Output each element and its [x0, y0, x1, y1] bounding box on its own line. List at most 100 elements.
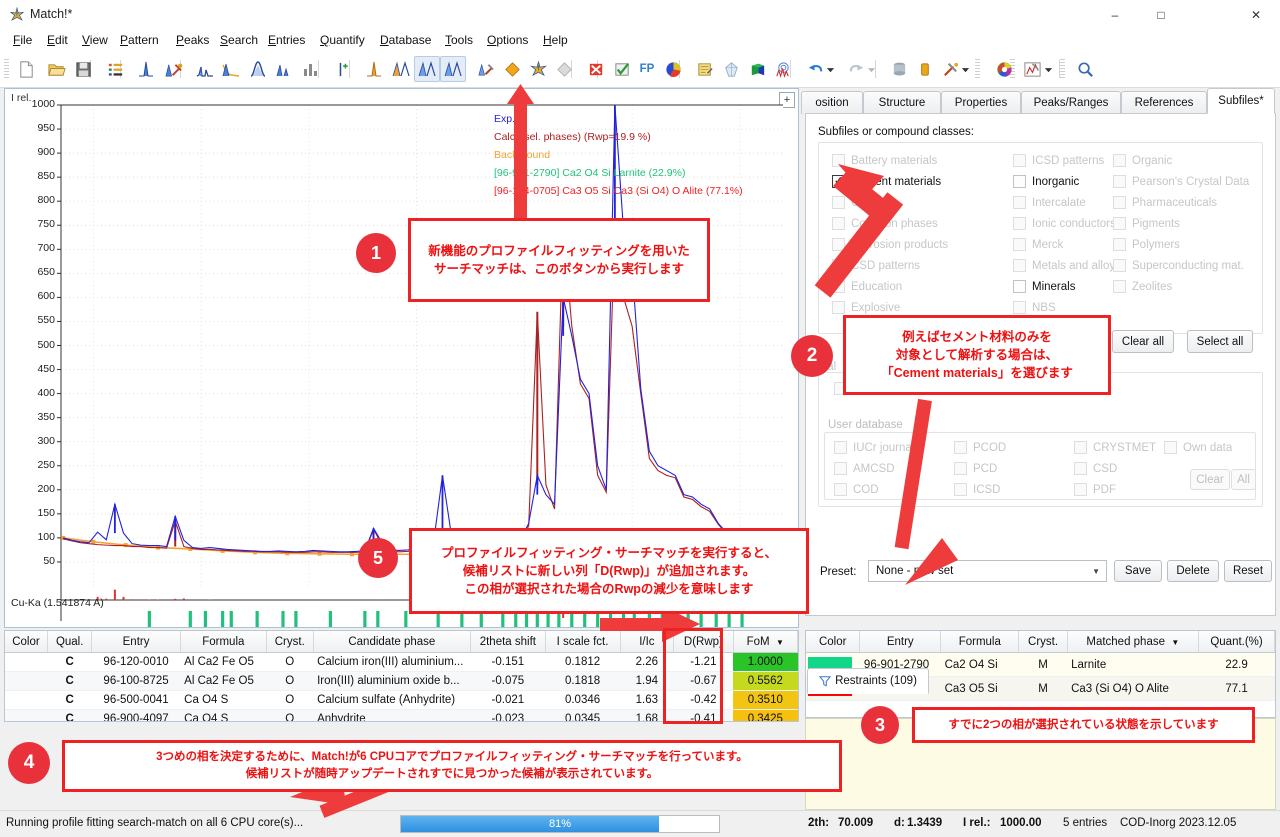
annotation-line: すでに2つの相が選択されている状態を示しています [948, 717, 1218, 734]
fp-label-icon[interactable]: FP [634, 56, 660, 82]
column-header-cryst[interactable]: Cryst. [1019, 631, 1067, 653]
column-header-formula[interactable]: Formula [941, 631, 1019, 653]
tab-subfiles[interactable]: Subfiles* [1207, 88, 1275, 114]
menu-item-database[interactable]: Database [375, 33, 436, 49]
close-button[interactable]: ✕ [1232, 0, 1280, 30]
add-peak-icon[interactable] [330, 56, 356, 82]
menu-item-options[interactable]: Options [482, 33, 533, 49]
gray-diamond-icon[interactable] [551, 56, 577, 82]
column-header-2theta-shift[interactable]: 2theta shift [471, 631, 545, 653]
column-header-entry[interactable]: Entry [860, 631, 941, 653]
legend-entry: [96-901-2790] Ca2 O4 Si Larnite (22.9%) [494, 167, 685, 179]
menu-item-search[interactable]: Search [215, 33, 263, 49]
entry-icon[interactable] [911, 56, 937, 82]
column-header-formula[interactable]: Formula [180, 631, 266, 653]
match-application-window: Match!* – □ ✕ FileEditViewPatternPeaksSe… [0, 0, 1280, 836]
tab-peaks-ranges[interactable]: Peaks/Ranges [1021, 91, 1121, 114]
minimize-button[interactable]: – [1092, 0, 1138, 30]
column-header-color[interactable]: Color [5, 631, 47, 653]
background-icon[interactable] [218, 56, 244, 82]
settings-dropdown-icon[interactable] [957, 56, 973, 82]
column-header-fom[interactable]: FoM ▼ [733, 631, 797, 653]
column-header-qual[interactable]: Qual. [47, 631, 91, 653]
redo-dropdown-icon[interactable] [863, 56, 879, 82]
strip-k-alpha-icon[interactable] [271, 56, 297, 82]
user-db-clear-button[interactable]: Clear [1190, 469, 1230, 490]
structure-cube-icon[interactable] [744, 56, 770, 82]
toolbar-grip[interactable] [975, 59, 980, 79]
tab-properties[interactable]: Properties [941, 91, 1021, 114]
histogram-icon[interactable] [298, 56, 324, 82]
column-header-quant[interactable]: Quant.(%) [1199, 631, 1275, 653]
delete-phase-icon[interactable] [583, 56, 609, 82]
select-all-button[interactable]: Select all [1187, 330, 1253, 353]
color-wheel-icon[interactable] [991, 56, 1017, 82]
menu-item-tools[interactable]: Tools [440, 33, 478, 49]
report-icon[interactable] [692, 56, 718, 82]
preset-reset-button[interactable]: Reset [1224, 560, 1272, 582]
menu-item-view[interactable]: View [77, 33, 113, 49]
table-header-row[interactable]: ColorEntryFormulaCryst.Matched phase ▼Qu… [806, 631, 1275, 653]
tab-osition[interactable]: osition [801, 91, 863, 114]
profile-fit-icon[interactable] [388, 56, 414, 82]
checkbox-icon[interactable] [1013, 280, 1026, 293]
cell-fom: 1.0000 [733, 653, 797, 672]
menu-item-quantify[interactable]: Quantify [315, 33, 370, 49]
undo-dropdown-icon[interactable] [822, 56, 838, 82]
menu-item-entries[interactable]: Entries [263, 33, 310, 49]
checkbox-icon[interactable] [1013, 175, 1026, 188]
profile-fit-search-match-icon[interactable] [414, 56, 440, 82]
column-header-matched-phase[interactable]: Matched phase ▼ [1067, 631, 1198, 653]
y-tick-label: 50 [7, 555, 55, 567]
preset-value: None - new set [876, 565, 953, 577]
smooth-pattern-icon[interactable] [245, 56, 271, 82]
menu-item-pattern[interactable]: Pattern [115, 33, 164, 49]
crystal-icon[interactable] [718, 56, 744, 82]
subfile-checkbox-minerals[interactable]: Minerals [1013, 280, 1075, 293]
chart-settings-dropdown-icon[interactable] [1040, 56, 1056, 82]
pattern-single-peak-icon[interactable] [133, 56, 159, 82]
search-match-tools-icon[interactable] [472, 56, 498, 82]
powder-pattern-icon[interactable] [770, 56, 796, 82]
entry-tab-strip[interactable]: ositionStructurePropertiesPeaks/RangesRe… [805, 88, 1276, 114]
menu-item-peaks[interactable]: Peaks [171, 33, 214, 49]
open-file-icon[interactable] [43, 56, 69, 82]
y-tick-label: 650 [7, 266, 55, 278]
tab-structure[interactable]: Structure [863, 91, 941, 114]
preset-save-button[interactable]: Save [1114, 560, 1162, 582]
checkbox-checked-icon[interactable]: ✓ [832, 175, 845, 188]
toolbar-grip[interactable] [1060, 59, 1065, 79]
subtab-restraints-109[interactable]: Restraints (109) [807, 668, 929, 694]
menu-item-help[interactable]: Help [538, 33, 573, 49]
save-file-icon[interactable] [70, 56, 96, 82]
peak-search-icon[interactable] [361, 56, 387, 82]
subfile-checkbox-inorganic[interactable]: Inorganic [1013, 175, 1079, 188]
menu-item-edit[interactable]: Edit [42, 33, 73, 49]
column-header-candidate-phase[interactable]: Candidate phase [313, 631, 471, 653]
clear-all-button[interactable]: Clear all [1112, 330, 1174, 353]
tab-references[interactable]: References [1121, 91, 1207, 114]
preset-combo[interactable]: None - new set ▼ [868, 560, 1107, 582]
new-file-icon[interactable] [13, 56, 39, 82]
maximize-button[interactable]: □ [1138, 0, 1184, 30]
menu-item-file[interactable]: File [8, 33, 37, 49]
column-header-color[interactable]: Color [806, 631, 860, 653]
match-star-icon[interactable] [525, 56, 551, 82]
profile-fit-search-match-run-icon[interactable] [440, 56, 466, 82]
column-header-cryst[interactable]: Cryst. [266, 631, 313, 653]
pie-chart-icon[interactable] [660, 56, 686, 82]
chevron-down-icon[interactable]: ▼ [1092, 567, 1100, 576]
column-header-i-scale-fct[interactable]: I scale fct. [545, 631, 620, 653]
user-db-all-button[interactable]: All [1231, 469, 1256, 490]
toolbar-grip[interactable] [4, 59, 9, 79]
check-list-icon[interactable] [609, 56, 635, 82]
raw-pattern-icon[interactable] [192, 56, 218, 82]
candidate-diamond-icon[interactable] [499, 56, 525, 82]
pattern-tools-icon[interactable] [160, 56, 186, 82]
zoom-icon[interactable] [1072, 56, 1098, 82]
database-icon[interactable] [886, 56, 912, 82]
subfile-checkbox-cement-materials[interactable]: ✓Cement materials [832, 175, 941, 188]
preset-delete-button[interactable]: Delete [1167, 560, 1219, 582]
column-header-entry[interactable]: Entry [92, 631, 180, 653]
list-icon[interactable] [102, 56, 128, 82]
